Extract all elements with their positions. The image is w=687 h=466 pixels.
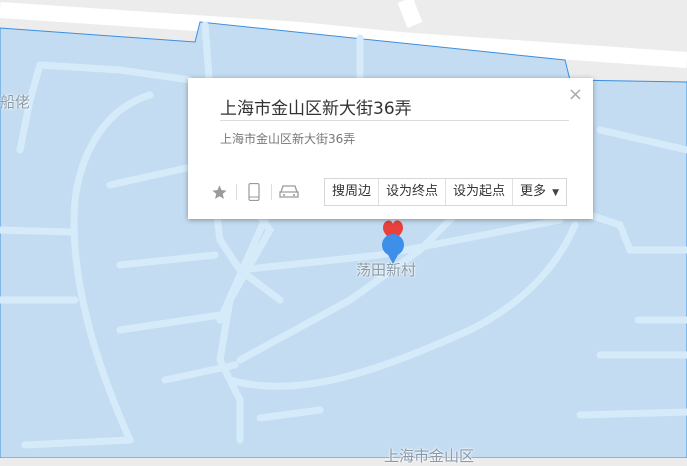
popup-address: 上海市金山区新大街36弄 bbox=[220, 132, 356, 146]
car-icon[interactable] bbox=[278, 181, 300, 203]
star-icon[interactable] bbox=[208, 181, 230, 203]
popup-title: 上海市金山区新大街36弄 bbox=[220, 99, 412, 119]
set-destination-button[interactable]: 设为终点 bbox=[379, 179, 447, 205]
location-marker-icon[interactable] bbox=[380, 218, 406, 266]
icon-separator bbox=[236, 184, 237, 200]
close-icon[interactable]: × bbox=[568, 86, 583, 104]
map-label-place: 船佬 bbox=[0, 93, 31, 111]
caret-down-icon: ▼ bbox=[552, 188, 559, 198]
outer-road bbox=[397, 0, 423, 28]
set-origin-button[interactable]: 设为起点 bbox=[446, 179, 514, 205]
map-tiles bbox=[0, 0, 687, 459]
map-label-district: 上海市金山区 bbox=[384, 447, 475, 465]
popup-action-group: 搜周边 设为终点 设为起点 更多 ▼ bbox=[324, 178, 567, 206]
map-canvas[interactable]: 船佬 荡田新村 上海市金山区 bbox=[0, 0, 687, 465]
info-popup: × 上海市金山区新大街36弄 上海市金山区新大街36弄 搜周边 设为终点 设为起… bbox=[188, 78, 593, 219]
more-dropdown[interactable]: 更多 ▼ bbox=[513, 179, 566, 205]
popup-divider bbox=[220, 120, 569, 121]
more-label: 更多 bbox=[520, 184, 547, 199]
icon-separator bbox=[271, 184, 272, 200]
search-nearby-button[interactable]: 搜周边 bbox=[325, 179, 380, 205]
phone-icon[interactable] bbox=[243, 181, 265, 203]
popup-icon-bar bbox=[208, 181, 300, 203]
